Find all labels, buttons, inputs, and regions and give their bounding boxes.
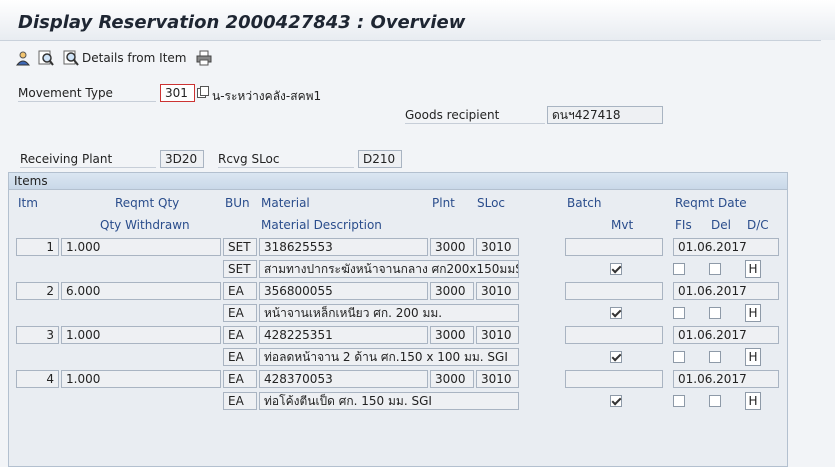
col-plnt: Plnt — [432, 196, 455, 210]
fis-checkbox[interactable] — [673, 263, 685, 275]
sloc-field[interactable]: 3010 — [476, 370, 519, 388]
bun-field[interactable]: EA — [223, 304, 257, 322]
receiving-plant-label: Receiving Plant — [20, 152, 156, 168]
col-batch: Batch — [567, 196, 602, 210]
bun-field[interactable]: EA — [223, 348, 257, 366]
item-number[interactable]: 1 — [16, 238, 59, 256]
bun-field[interactable]: EA — [223, 282, 257, 300]
material-description-field[interactable]: ท่อโค้งตีนเป็ด ศก. 150 มม. SGI — [259, 392, 519, 410]
item-number[interactable]: 4 — [16, 370, 59, 388]
col-qty-withdrawn: Qty Withdrawn — [100, 218, 190, 232]
reqmt-date-field[interactable]: 01.06.2017 — [673, 370, 779, 388]
printer-icon — [196, 50, 212, 66]
reqmt-date-field[interactable]: 01.06.2017 — [673, 238, 779, 256]
batch-field[interactable] — [565, 282, 663, 300]
del-checkbox[interactable] — [709, 395, 721, 407]
batch-field[interactable] — [565, 238, 663, 256]
col-fis: FIs — [675, 218, 692, 232]
dc-field[interactable]: H — [745, 392, 761, 410]
person-button[interactable] — [15, 48, 31, 68]
material-field[interactable]: 318625553 — [259, 238, 428, 256]
col-del: Del — [711, 218, 731, 232]
details-from-item-label: Details from Item — [82, 51, 187, 65]
display-overview-button[interactable] — [38, 48, 54, 68]
value-help-icon[interactable] — [197, 86, 209, 98]
reqmt-qty-field[interactable]: 6.000 — [61, 282, 221, 300]
dc-field[interactable]: H — [745, 304, 761, 322]
del-checkbox[interactable] — [709, 351, 721, 363]
col-mvt: Mvt — [611, 218, 634, 232]
rcvg-sloc-field[interactable]: D210 — [358, 150, 402, 168]
plant-field[interactable]: 3000 — [430, 282, 474, 300]
bun-field[interactable]: EA — [223, 392, 257, 410]
movement-type-field[interactable]: 301 — [160, 84, 195, 102]
mvt-checkbox[interactable] — [610, 395, 622, 407]
material-description-field[interactable]: หน้าจานเหล็กเหนียว ศก. 200 มม. — [259, 304, 519, 322]
magnify-icon — [63, 50, 79, 66]
page-title: Display Reservation 2000427843 : Overvie… — [18, 12, 466, 33]
dc-field[interactable]: H — [745, 260, 761, 278]
fis-checkbox[interactable] — [673, 395, 685, 407]
movement-type-description: น-ระหว่างคลัง-สคพ1 — [212, 89, 322, 103]
item-number[interactable]: 3 — [16, 326, 59, 344]
material-field[interactable]: 356800055 — [259, 282, 428, 300]
col-material: Material — [261, 196, 310, 210]
bun-field[interactable]: SET — [223, 238, 257, 256]
col-reqmt-qty: Reqmt Qty — [115, 196, 180, 210]
items-title: Items — [14, 174, 48, 188]
reqmt-qty-field[interactable]: 1.000 — [61, 370, 221, 388]
goods-recipient-field[interactable]: ดนฯ427418 — [547, 106, 663, 124]
col-reqmt-date: Reqmt Date — [675, 196, 747, 210]
sloc-field[interactable]: 3010 — [476, 282, 519, 300]
rcvg-sloc-label: Rcvg SLoc — [218, 152, 354, 168]
del-checkbox[interactable] — [709, 307, 721, 319]
reqmt-date-field[interactable]: 01.06.2017 — [673, 326, 779, 344]
bun-field[interactable]: SET — [223, 260, 257, 278]
mvt-checkbox[interactable] — [610, 263, 622, 275]
batch-field[interactable] — [565, 326, 663, 344]
reqmt-qty-field[interactable]: 1.000 — [61, 238, 221, 256]
plant-field[interactable]: 3000 — [430, 370, 474, 388]
batch-field[interactable] — [565, 370, 663, 388]
material-field[interactable]: 428225351 — [259, 326, 428, 344]
material-field[interactable]: 428370053 — [259, 370, 428, 388]
magnify-document-icon — [38, 50, 54, 66]
bun-field[interactable]: EA — [223, 326, 257, 344]
dc-field[interactable]: H — [745, 348, 761, 366]
right-margin — [821, 40, 835, 467]
plant-field[interactable]: 3000 — [430, 326, 474, 344]
col-itm: Itm — [18, 196, 38, 210]
mvt-checkbox[interactable] — [610, 351, 622, 363]
print-button[interactable] — [196, 48, 212, 68]
reqmt-date-field[interactable]: 01.06.2017 — [673, 282, 779, 300]
sloc-field[interactable]: 3010 — [476, 238, 519, 256]
reqmt-qty-field[interactable]: 1.000 — [61, 326, 221, 344]
goods-recipient-label: Goods recipient — [405, 108, 545, 124]
receiving-plant-field[interactable]: 3D20 — [160, 150, 204, 168]
col-dc: D/C — [747, 218, 769, 232]
col-bun: BUn — [225, 196, 250, 210]
sloc-field[interactable]: 3010 — [476, 326, 519, 344]
fis-checkbox[interactable] — [673, 351, 685, 363]
items-panel-header — [9, 173, 787, 190]
col-material-description: Material Description — [261, 218, 382, 232]
person-icon — [15, 50, 31, 66]
fis-checkbox[interactable] — [673, 307, 685, 319]
plant-field[interactable]: 3000 — [430, 238, 474, 256]
bun-field[interactable]: EA — [223, 370, 257, 388]
col-sloc: SLoc — [477, 196, 506, 210]
del-checkbox[interactable] — [709, 263, 721, 275]
item-number[interactable]: 2 — [16, 282, 59, 300]
material-description-field[interactable]: สามทางปากระฆังหน้าจานกลาง ศก200x150มมSGI — [259, 260, 519, 278]
movement-type-label: Movement Type — [18, 86, 156, 102]
material-description-field[interactable]: ท่อลดหน้าจาน 2 ด้าน ศก.150 x 100 มม. SGI — [259, 348, 519, 366]
details-from-item-button[interactable]: Details from Item — [63, 48, 186, 68]
mvt-checkbox[interactable] — [610, 307, 622, 319]
